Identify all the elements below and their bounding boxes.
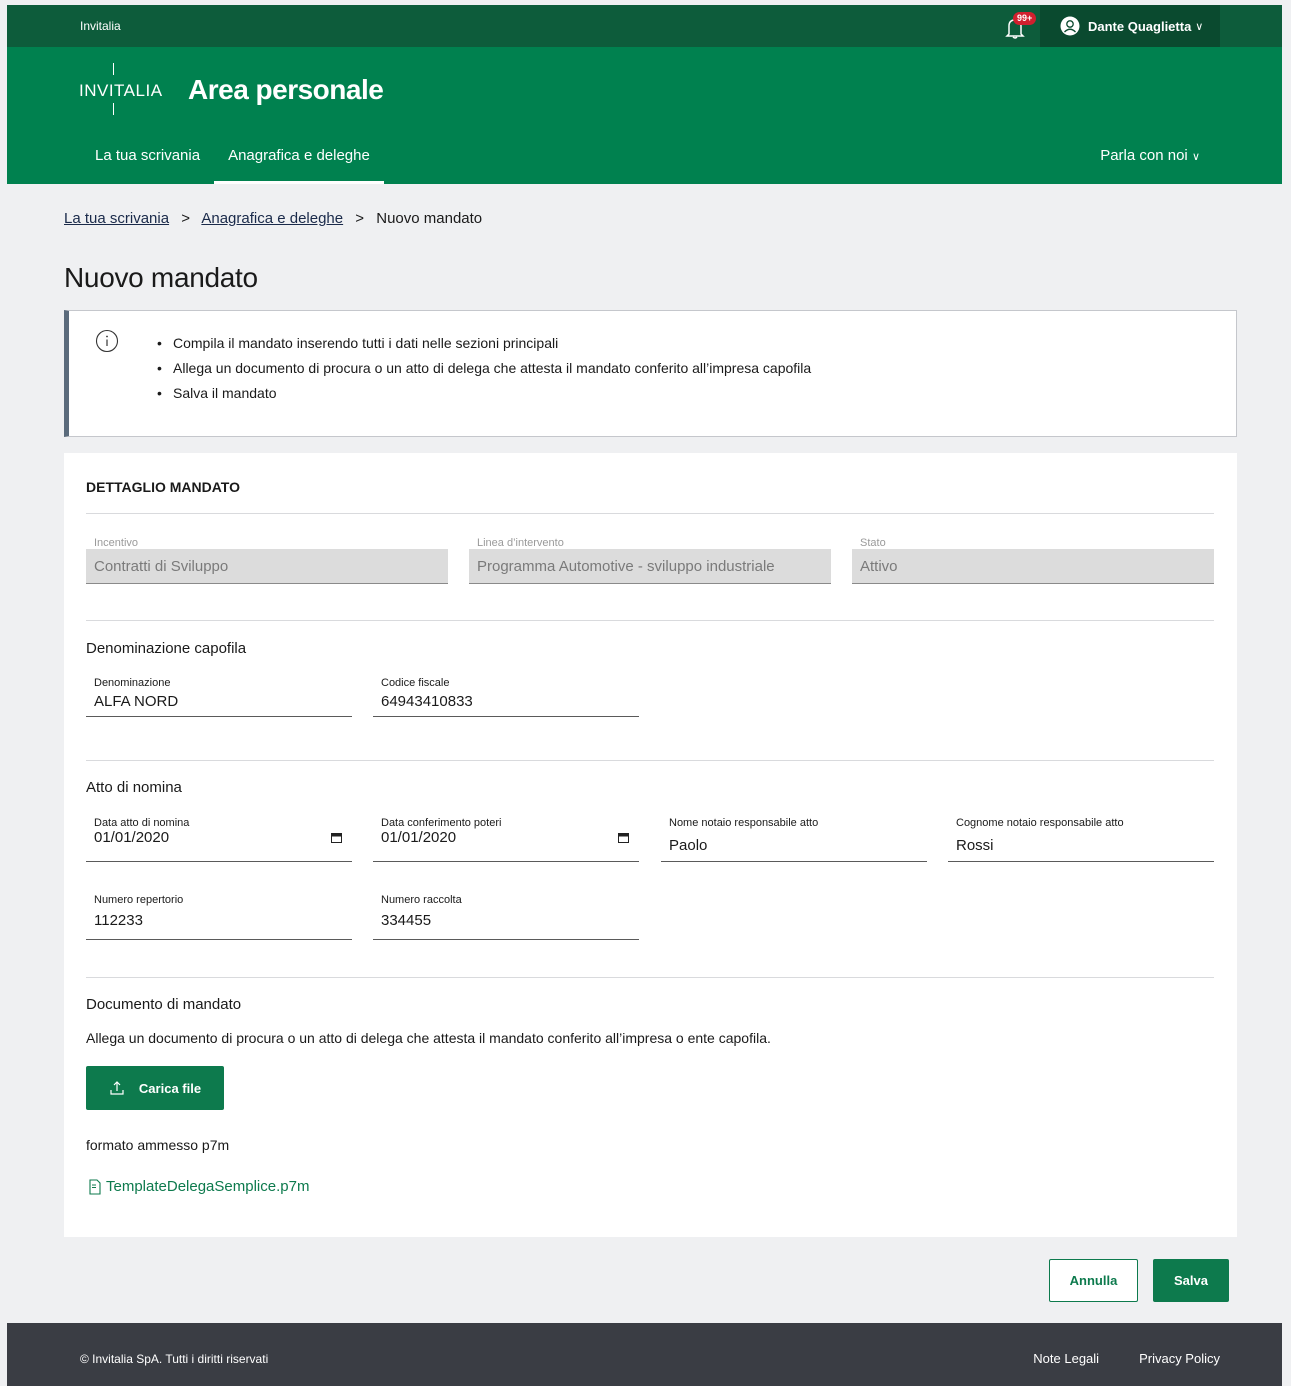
data-conferimento-value: 01/01/2020 <box>381 829 457 846</box>
upload-file-button[interactable]: Carica file <box>86 1066 224 1110</box>
section-title-atto: Atto di nomina <box>86 779 182 796</box>
numero-repertorio-field[interactable]: Numero repertorio 112233 <box>86 894 352 940</box>
nome-notaio-value: Paolo <box>669 837 708 854</box>
footer: © Invitalia SpA. Tutti i diritti riserva… <box>7 1323 1282 1386</box>
nav-item-scrivania[interactable]: La tua scrivania <box>81 143 214 184</box>
data-conferimento-field[interactable]: Data conferimento poteri 01/01/2020 <box>373 817 639 862</box>
cognome-notaio-field[interactable]: Cognome notaio responsabile atto Rossi <box>948 817 1214 862</box>
calendar-icon[interactable] <box>618 833 629 843</box>
stato-label: Stato <box>860 537 886 549</box>
linea-intervento-field: Linea d’intervento Programma Automotive … <box>469 537 831 584</box>
breadcrumb: La tua scrivania > Anagrafica e deleghe … <box>64 210 482 227</box>
denominazione-value: ALFA NORD <box>94 693 179 710</box>
document-icon <box>89 1178 101 1195</box>
main-nav: La tua scrivania Anagrafica e deleghe <box>81 143 384 184</box>
footer-link-privacy[interactable]: Privacy Policy <box>1139 1351 1220 1366</box>
user-menu[interactable]: Dante Quaglietta ∨ <box>1040 5 1220 47</box>
linea-label: Linea d’intervento <box>477 537 564 549</box>
numero-raccolta-value: 334455 <box>381 912 432 929</box>
footer-link-note-legali[interactable]: Note Legali <box>1033 1351 1099 1366</box>
data-conferimento-input[interactable]: 01/01/2020 <box>373 829 639 862</box>
data-conferimento-label: Data conferimento poteri <box>381 817 502 829</box>
chevron-down-icon: ∨ <box>1191 151 1200 163</box>
save-button[interactable]: Salva <box>1153 1259 1229 1302</box>
divider <box>86 620 1214 621</box>
denominazione-field[interactable]: Denominazione ALFA NORD <box>86 677 352 717</box>
breadcrumb-separator: > <box>355 210 365 227</box>
nav-item-anagrafica[interactable]: Anagrafica e deleghe <box>214 143 384 184</box>
codice-fiscale-input[interactable]: 64943410833 <box>373 689 639 717</box>
info-item: Allega un documento di procura o un atto… <box>155 356 811 381</box>
denominazione-label: Denominazione <box>94 677 171 689</box>
section-title-capofila: Denominazione capofila <box>86 640 247 657</box>
upload-icon <box>110 1081 124 1095</box>
mandate-form-card: DETTAGLIO MANDATO Incentivo Contratti di… <box>64 453 1237 1237</box>
breadcrumb-current: Nuovo mandato <box>376 210 483 227</box>
divider <box>86 977 1214 978</box>
numero-raccolta-input[interactable]: 334455 <box>373 906 639 940</box>
codice-fiscale-label: Codice fiscale <box>381 677 450 689</box>
info-item: Compila il mandato inserendo tutti i dat… <box>155 331 811 356</box>
cancel-button[interactable]: Annulla <box>1049 1259 1138 1302</box>
talk-to-us-menu[interactable]: Parla con noi ∨ <box>1100 147 1200 164</box>
nome-notaio-input[interactable]: Paolo <box>661 829 927 862</box>
nome-notaio-field[interactable]: Nome notaio responsabile atto Paolo <box>661 817 927 862</box>
incentivo-field: Incentivo Contratti di Sviluppo <box>86 537 448 584</box>
denominazione-input[interactable]: ALFA NORD <box>86 689 352 717</box>
incentivo-label: Incentivo <box>94 537 139 549</box>
numero-raccolta-field[interactable]: Numero raccolta 334455 <box>373 894 639 940</box>
footer-links: Note Legali Privacy Policy <box>1033 1351 1220 1366</box>
calendar-icon[interactable] <box>331 833 342 843</box>
info-icon <box>95 329 119 353</box>
numero-repertorio-label: Numero repertorio <box>94 894 184 906</box>
invitalia-logo[interactable]: INVITALIA <box>79 63 169 118</box>
breadcrumb-separator: > <box>181 210 190 227</box>
section-title-detail: DETTAGLIO MANDATO <box>86 479 240 495</box>
template-link-label: TemplateDelegaSemplice.p7m <box>106 1178 310 1195</box>
data-atto-label: Data atto di nomina <box>94 817 190 829</box>
stato-value: Attivo <box>852 549 1214 584</box>
page-title: Nuovo mandato <box>64 262 258 293</box>
incentivo-value: Contratti di Sviluppo <box>86 549 448 584</box>
divider <box>86 513 1214 514</box>
divider <box>86 760 1214 761</box>
cognome-notaio-input[interactable]: Rossi <box>948 829 1214 862</box>
top-brand-link[interactable]: Invitalia <box>80 19 121 33</box>
copyright-text: © Invitalia SpA. Tutti i diritti riserva… <box>80 1352 269 1366</box>
format-note: formato ammesso p7m <box>86 1137 230 1153</box>
numero-repertorio-input[interactable]: 112233 <box>86 906 352 940</box>
nome-notaio-label: Nome notaio responsabile atto <box>669 817 819 829</box>
stato-field: Stato Attivo <box>852 537 1214 584</box>
documento-description: Allega un documento di procura o un atto… <box>86 1030 771 1046</box>
upload-button-label: Carica file <box>138 1080 202 1096</box>
notification-badge: 99+ <box>1013 12 1037 25</box>
info-box: Compila il mandato inserendo tutti i dat… <box>64 310 1237 437</box>
user-name: Dante Quaglietta <box>1088 18 1192 34</box>
linea-value: Programma Automotive - sviluppo industri… <box>469 549 831 584</box>
talk-label: Parla con noi <box>1100 147 1188 164</box>
info-list: Compila il mandato inserendo tutti i dat… <box>155 331 811 406</box>
breadcrumb-link-scrivania[interactable]: La tua scrivania <box>64 210 169 227</box>
section-title-documento: Documento di mandato <box>86 996 242 1013</box>
app-title: Area personale <box>188 74 384 105</box>
breadcrumb-link-anagrafica[interactable]: Anagrafica e deleghe <box>201 210 343 227</box>
data-atto-value: 01/01/2020 <box>94 829 170 846</box>
codice-fiscale-value: 64943410833 <box>381 693 473 710</box>
numero-raccolta-label: Numero raccolta <box>381 894 462 906</box>
user-icon <box>1060 16 1080 36</box>
cognome-notaio-value: Rossi <box>956 837 994 854</box>
data-atto-field[interactable]: Data atto di nomina 01/01/2020 <box>86 817 352 862</box>
template-download-link[interactable]: TemplateDelegaSemplice.p7m <box>88 1178 309 1195</box>
info-item: Salva il mandato <box>155 381 811 406</box>
codice-fiscale-field[interactable]: Codice fiscale 64943410833 <box>373 677 639 717</box>
main-header: INVITALIA Area personale La tua scrivani… <box>7 47 1282 184</box>
top-bar: Invitalia 99+ Dante Quaglietta ∨ <box>7 5 1282 47</box>
data-atto-input[interactable]: 01/01/2020 <box>86 829 352 862</box>
chevron-down-icon: ∨ <box>1195 20 1204 33</box>
logo-text: INVITALIA <box>79 81 163 100</box>
cognome-notaio-label: Cognome notaio responsabile atto <box>956 817 1124 829</box>
numero-repertorio-value: 112233 <box>94 912 143 929</box>
